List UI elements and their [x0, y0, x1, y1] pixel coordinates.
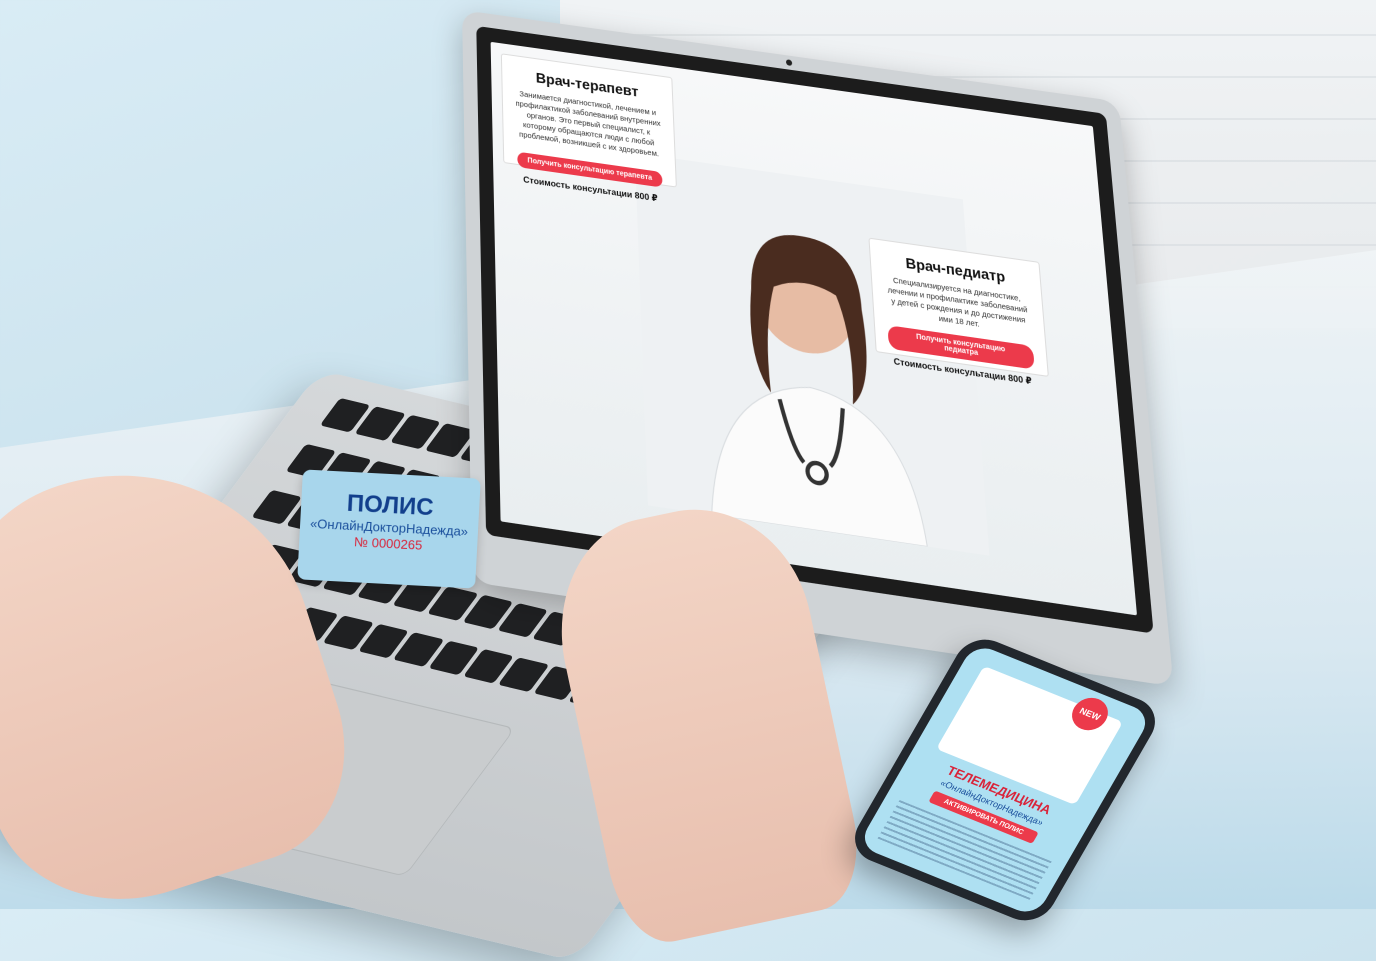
therapist-card: Врач-терапевт Занимается диагностикой, л… — [501, 53, 677, 187]
telemedicine-website: Врач-терапевт Занимается диагностикой, л… — [491, 42, 1137, 616]
insurance-policy-card: ПОЛИС «ОнлайнДокторНадежда» № 0000265 — [297, 469, 481, 588]
laptop-screen: Врач-терапевт Занимается диагностикой, л… — [476, 26, 1153, 634]
pediatric-card: Врач-педиатр Специализируется на диагнос… — [868, 238, 1048, 377]
webcam-icon — [786, 59, 792, 66]
